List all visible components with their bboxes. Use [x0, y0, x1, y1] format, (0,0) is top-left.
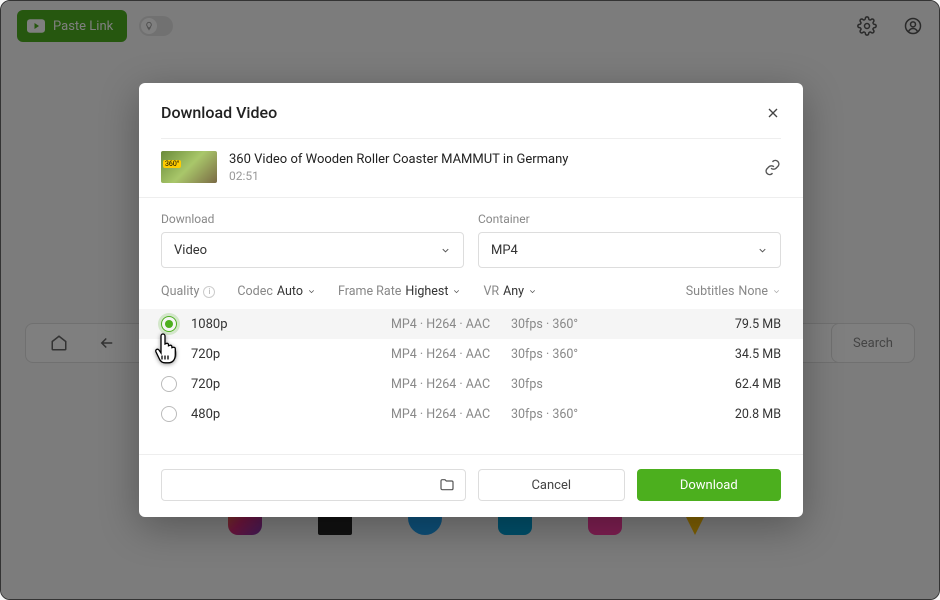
chevron-down-icon [307, 287, 316, 296]
quality-format: MP4 · H264 · AAC [391, 377, 511, 392]
framerate-filter-label: Frame Rate [338, 284, 401, 299]
radio-icon [161, 406, 177, 422]
quality-resolution: 720p [191, 347, 391, 362]
modal-title: Download Video [161, 103, 277, 122]
quality-list: 1080pMP4 · H264 · AAC30fps · 360°79.5 MB… [139, 309, 803, 429]
quality-size: 20.8 MB [735, 407, 781, 422]
quality-size: 34.5 MB [735, 347, 781, 362]
quality-format: MP4 · H264 · AAC [391, 347, 511, 362]
close-icon[interactable] [765, 105, 781, 121]
container-value: MP4 [491, 243, 518, 258]
container-label: Container [478, 212, 781, 226]
vr-filter-label: VR [483, 284, 499, 299]
radio-icon [161, 346, 177, 362]
vr-filter-value: Any [503, 284, 524, 299]
quality-size: 62.4 MB [735, 377, 781, 392]
info-icon[interactable]: i [203, 286, 215, 298]
download-type-select[interactable]: Video [161, 232, 464, 268]
chevron-down-icon [452, 287, 461, 296]
radio-icon [161, 376, 177, 392]
chevron-down-icon [528, 287, 537, 296]
quality-extra: 30fps [511, 377, 631, 392]
quality-resolution: 480p [191, 407, 391, 422]
download-type-label: Download [161, 212, 464, 226]
quality-row[interactable]: 1080pMP4 · H264 · AAC30fps · 360° 79.5 MB [139, 309, 803, 339]
download-label: Download [680, 478, 738, 493]
framerate-filter-value: Highest [405, 284, 448, 299]
cancel-button[interactable]: Cancel [478, 469, 625, 501]
quality-size: 79.5 MB [735, 317, 781, 332]
quality-extra: 30fps · 360° [511, 407, 631, 422]
link-icon[interactable] [764, 159, 781, 176]
video-info-row: 360 Video of Wooden Roller Coaster MAMMU… [139, 139, 803, 197]
quality-filter-label: Quality [161, 284, 199, 299]
folder-icon [439, 477, 455, 493]
quality-format: MP4 · H264 · AAC [391, 407, 511, 422]
chevron-down-icon [440, 245, 451, 256]
quality-row[interactable]: 720pMP4 · H264 · AAC30fps · 360° 34.5 MB [139, 339, 803, 369]
quality-resolution: 720p [191, 377, 391, 392]
cancel-label: Cancel [531, 478, 571, 493]
vr-filter[interactable]: VR Any [483, 284, 537, 299]
quality-row[interactable]: 720pMP4 · H264 · AAC30fps 62.4 MB [139, 369, 803, 399]
quality-row[interactable]: 480pMP4 · H264 · AAC30fps · 360° 20.8 MB [139, 399, 803, 429]
save-folder-picker[interactable] [161, 469, 466, 501]
video-duration: 02:51 [229, 169, 752, 183]
filters-row: Quality i Codec Auto Frame Rate Highest … [139, 276, 803, 309]
quality-filter: Quality i [161, 284, 215, 299]
chevron-down-icon [772, 287, 781, 296]
download-video-modal: Download Video 360 Video of Wooden Rolle… [139, 83, 803, 517]
quality-extra: 30fps · 360° [511, 347, 631, 362]
subtitles-filter[interactable]: Subtitles None [686, 284, 781, 299]
video-title: 360 Video of Wooden Roller Coaster MAMMU… [229, 152, 752, 167]
container-select[interactable]: MP4 [478, 232, 781, 268]
quality-format: MP4 · H264 · AAC [391, 317, 511, 332]
chevron-down-icon [757, 245, 768, 256]
codec-filter[interactable]: Codec Auto [237, 284, 316, 299]
subtitles-filter-label: Subtitles [686, 284, 735, 299]
download-type-value: Video [174, 243, 207, 258]
quality-resolution: 1080p [191, 317, 391, 332]
framerate-filter[interactable]: Frame Rate Highest [338, 284, 461, 299]
radio-icon [161, 316, 177, 332]
subtitles-filter-value: None [738, 284, 768, 299]
video-thumbnail [161, 151, 217, 183]
quality-extra: 30fps · 360° [511, 317, 631, 332]
codec-filter-label: Codec [237, 284, 273, 299]
codec-filter-value: Auto [277, 284, 303, 299]
download-button[interactable]: Download [637, 469, 782, 501]
